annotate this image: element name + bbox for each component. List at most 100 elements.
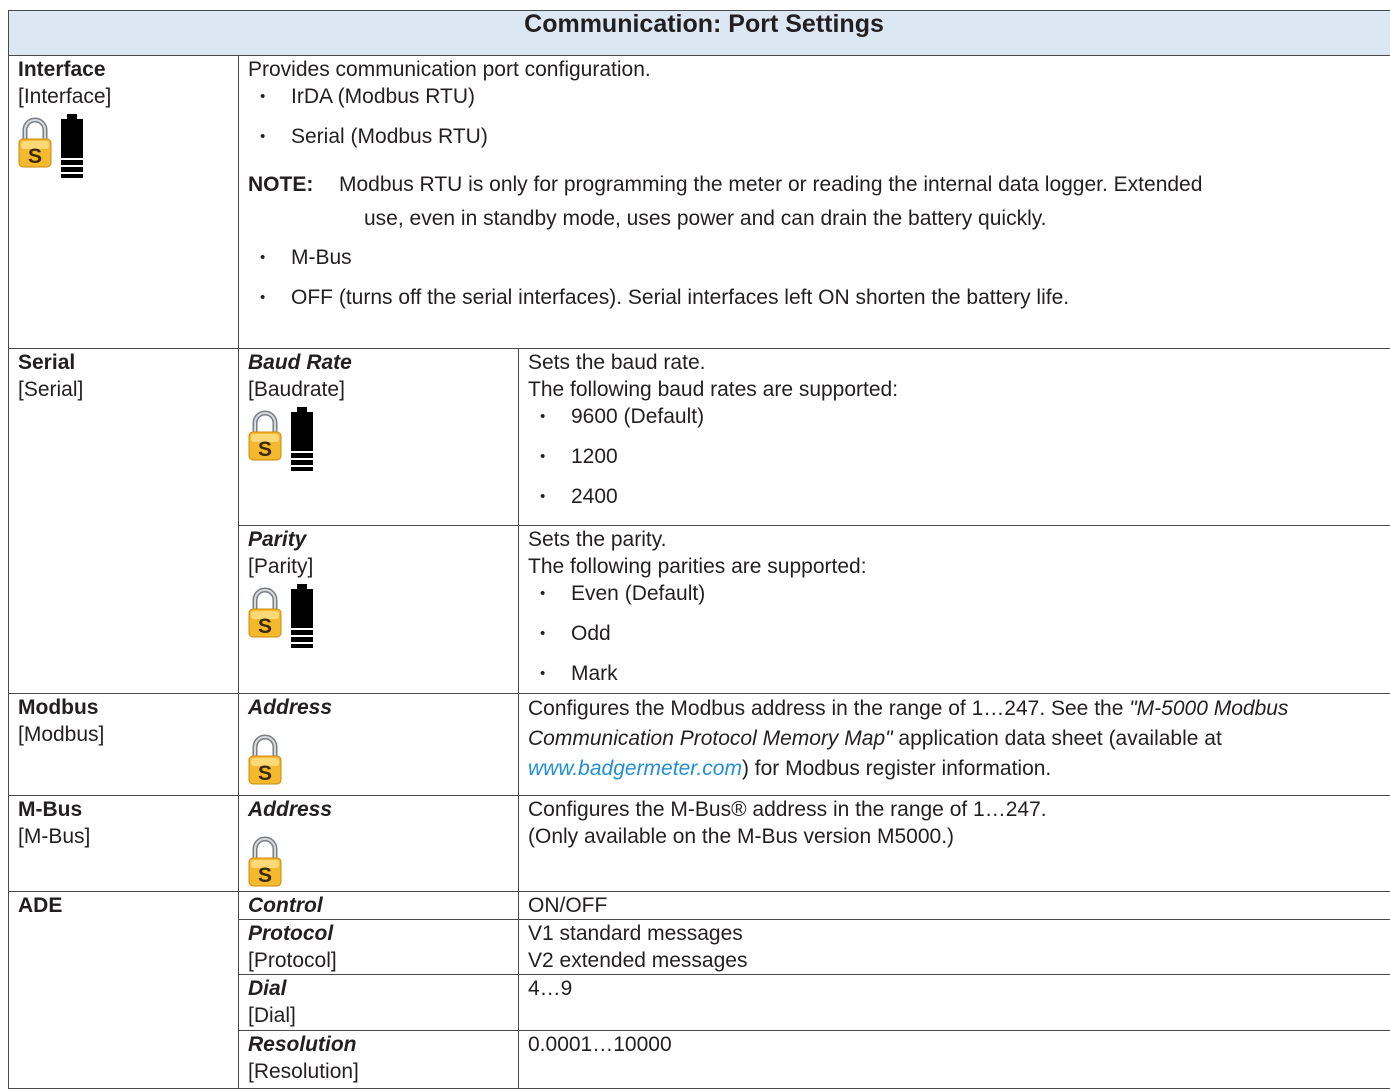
mbus-name-cell: M-Bus [M-Bus] <box>8 795 239 892</box>
battery-icon <box>291 407 313 471</box>
modbus-desc-b: application data sheet (available at <box>892 727 1222 750</box>
svg-text:S: S <box>258 615 272 638</box>
modbus-name-cell: Modbus [Modbus] <box>8 693 239 796</box>
interface-desc-cell: Provides communication port configuratio… <box>237 55 1390 349</box>
modbus-icons: S <box>248 731 518 785</box>
svg-text:S: S <box>258 438 272 461</box>
mbus-icons: S <box>248 833 518 887</box>
baud-name: Baud Rate <box>248 351 352 374</box>
parity-desc-cell: Sets the parity. The following parities … <box>517 525 1390 694</box>
interface-desc: Provides communication port configuratio… <box>248 58 651 81</box>
list-item: Serial (Modbus RTU) <box>248 123 1390 163</box>
list-item: IrDA (Modbus RTU) <box>248 83 1390 123</box>
ade-name: ADE <box>18 894 63 917</box>
protocol-value-cell: V1 standard messages V2 extended message… <box>517 919 1390 975</box>
table-title: Communication: Port Settings <box>7 10 1390 56</box>
table-row-modbus: Modbus [Modbus] Address S Configures the… <box>8 693 1390 796</box>
resolution-code: [Resolution] <box>248 1060 359 1083</box>
mbus-param-cell: Address S <box>238 795 519 892</box>
parity-options-list: Even (Default) Odd Mark <box>528 580 1390 688</box>
table-row-interface: Interface [Interface] S Provides communi… <box>8 55 1390 349</box>
mbus-name: M-Bus <box>18 798 83 821</box>
baud-desc-2: The following baud rates are supported: <box>528 378 899 401</box>
list-item: 1200 <box>528 443 1390 483</box>
note-line-2: use, even in standby mode, uses power an… <box>364 207 1047 230</box>
mbus-desc-1: Configures the M-Bus® address in the ran… <box>528 798 1047 821</box>
port-settings-table: Communication: Port Settings Interface [… <box>7 10 1390 1089</box>
mbus-desc-2: (Only available on the M-Bus version M50… <box>528 825 955 848</box>
table-header-row: Communication: Port Settings <box>7 10 1390 56</box>
protocol-value-1: V1 standard messages <box>528 922 743 945</box>
serial-name-cell: Serial [Serial] <box>8 348 239 694</box>
list-item: Odd <box>528 620 1390 660</box>
control-name: Control <box>248 894 323 917</box>
battery-icon <box>61 114 83 178</box>
parity-code: [Parity] <box>248 555 314 578</box>
interface-icons: S <box>18 114 238 178</box>
parity-icons: S <box>248 584 518 648</box>
modbus-name: Modbus <box>18 696 99 719</box>
serial-code: [Serial] <box>18 378 84 401</box>
resolution-name: Resolution <box>248 1033 357 1056</box>
security-lock-icon: S <box>18 114 52 168</box>
baud-param-cell: Baud Rate [Baudrate] S <box>238 348 519 526</box>
table-row-ade-control: ADE Control ON/OFF <box>8 891 1390 1089</box>
modbus-param: Address <box>248 696 333 719</box>
control-value: ON/OFF <box>528 894 608 917</box>
security-lock-icon: S <box>248 731 282 785</box>
interface-note: NOTE: Modbus RTU is only for programming… <box>248 171 1390 232</box>
modbus-desc-cell: Configures the Modbus address in the ran… <box>517 693 1390 796</box>
baud-desc-cell: Sets the baud rate. The following baud r… <box>517 348 1390 526</box>
control-param-cell: Control <box>238 891 519 920</box>
dial-param-cell: Dial [Dial] <box>238 974 519 1031</box>
baud-desc-1: Sets the baud rate. <box>528 351 706 374</box>
parity-desc-2: The following parities are supported: <box>528 555 867 578</box>
modbus-desc-c: ) for Modbus register information. <box>741 757 1052 780</box>
parity-desc-1: Sets the parity. <box>528 528 667 551</box>
baud-code: [Baudrate] <box>248 378 345 401</box>
interface-options-list-2: M-Bus OFF (turns off the serial interfac… <box>248 244 1390 314</box>
table-row-mbus: M-Bus [M-Bus] Address S Configures the M… <box>8 795 1390 892</box>
mbus-desc-cell: Configures the M-Bus® address in the ran… <box>517 795 1390 892</box>
mbus-param: Address <box>248 798 333 821</box>
svg-text:S: S <box>258 864 272 887</box>
modbus-code: [Modbus] <box>18 723 105 746</box>
table-row-serial-baud: Serial [Serial] Baud Rate [Baudrate] S S… <box>8 348 1390 694</box>
badgermeter-link[interactable]: www.badgermeter.com <box>528 757 742 780</box>
list-item: M-Bus <box>248 244 1390 284</box>
interface-code: [Interface] <box>18 85 112 108</box>
protocol-code: [Protocol] <box>248 949 337 972</box>
dial-name: Dial <box>248 977 287 1000</box>
list-item: 2400 <box>528 483 1390 511</box>
parity-name: Parity <box>248 528 307 551</box>
security-lock-icon: S <box>248 833 282 887</box>
list-item: 9600 (Default) <box>528 403 1390 443</box>
list-item: Mark <box>528 660 1390 688</box>
note-label: NOTE: <box>248 173 314 196</box>
interface-name: Interface <box>18 58 106 81</box>
protocol-param-cell: Protocol [Protocol] <box>238 919 519 975</box>
svg-text:S: S <box>28 145 42 168</box>
parity-param-cell: Parity [Parity] S <box>238 525 519 694</box>
resolution-value: 0.0001…10000 <box>528 1033 672 1056</box>
resolution-value-cell: 0.0001…10000 <box>517 1030 1390 1089</box>
dial-value: 4…9 <box>528 977 573 1000</box>
svg-text:S: S <box>258 762 272 785</box>
interface-options-list-1: IrDA (Modbus RTU) Serial (Modbus RTU) <box>248 83 1390 163</box>
note-text: Modbus RTU is only for programming the m… <box>339 171 1390 232</box>
ade-name-cell: ADE <box>8 891 239 1089</box>
note-line-1: Modbus RTU is only for programming the m… <box>339 173 1203 196</box>
list-item: OFF (turns off the serial interfaces). S… <box>248 284 1390 314</box>
battery-icon <box>291 584 313 648</box>
dial-code: [Dial] <box>248 1004 296 1027</box>
mbus-code: [M-Bus] <box>18 825 91 848</box>
baud-icons: S <box>248 407 518 471</box>
security-lock-icon: S <box>248 584 282 638</box>
interface-name-cell: Interface [Interface] S <box>8 55 239 349</box>
security-lock-icon: S <box>248 407 282 461</box>
dial-value-cell: 4…9 <box>517 974 1390 1031</box>
baud-options-list: 9600 (Default) 1200 2400 <box>528 403 1390 511</box>
modbus-param-cell: Address S <box>238 693 519 796</box>
modbus-desc-a: Configures the Modbus address in the ran… <box>528 697 1130 720</box>
serial-name: Serial <box>18 351 76 374</box>
